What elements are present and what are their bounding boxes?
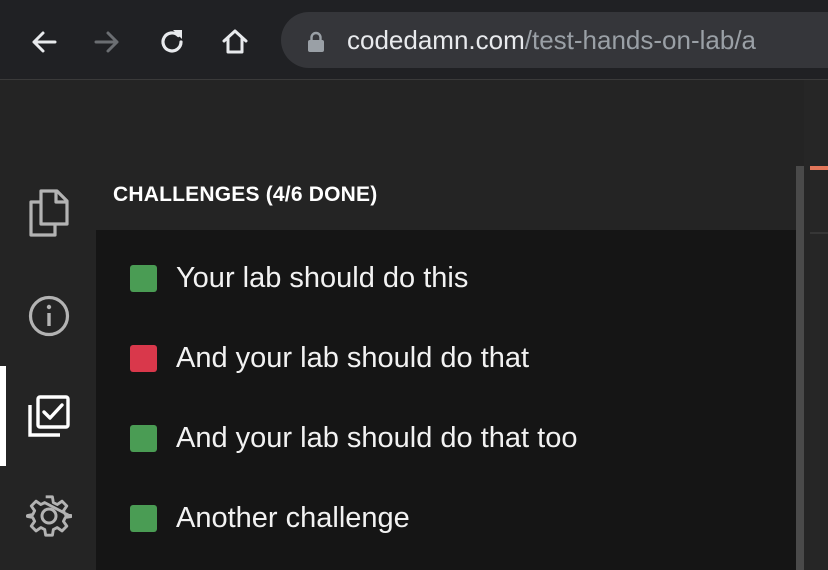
challenge-item[interactable]: And your lab should do that bbox=[130, 338, 529, 378]
challenge-label: Another challenge bbox=[176, 501, 410, 534]
status-failed-indicator bbox=[130, 344, 157, 372]
home-icon bbox=[222, 29, 248, 54]
challenge-label: Your lab should do this bbox=[176, 261, 469, 294]
browser-toolbar: codedamn.com/test-hands-on-lab/a bbox=[0, 0, 828, 80]
challenges-panel-title: CHALLENGES (4/6 DONE) bbox=[113, 183, 378, 206]
home-button[interactable] bbox=[215, 22, 255, 62]
url-host: codedamn.com bbox=[347, 25, 525, 55]
forward-arrow-icon bbox=[94, 31, 119, 53]
info-button[interactable] bbox=[24, 291, 74, 341]
challenge-label: And your lab should do that too bbox=[176, 421, 578, 454]
reload-button[interactable] bbox=[152, 22, 192, 62]
back-arrow-icon bbox=[32, 31, 57, 53]
challenge-item[interactable]: And your lab should do that too bbox=[130, 418, 577, 458]
url-path: /test-hands-on-lab/a bbox=[524, 25, 757, 55]
forward-button[interactable] bbox=[87, 22, 127, 62]
address-bar[interactable]: codedamn.com/test-hands-on-lab/a bbox=[281, 12, 828, 68]
challenges-checklist-icon bbox=[28, 395, 70, 437]
info-icon bbox=[28, 295, 70, 337]
editor-divider bbox=[810, 232, 828, 234]
status-passed-indicator bbox=[130, 504, 157, 532]
lab-app: CHALLENGES (4/6 DONE) Your lab should do… bbox=[0, 80, 828, 570]
active-editor-tab-accent bbox=[810, 166, 828, 170]
files-button[interactable] bbox=[24, 188, 74, 238]
files-icon bbox=[29, 189, 69, 237]
reload-icon bbox=[161, 30, 183, 53]
activity-bar bbox=[0, 80, 96, 570]
challenge-item[interactable]: Your lab should do this bbox=[130, 258, 468, 298]
status-passed-indicator bbox=[130, 264, 157, 292]
settings-button[interactable] bbox=[24, 491, 74, 541]
lock-icon[interactable] bbox=[307, 31, 325, 53]
challenge-item[interactable]: Another challenge bbox=[130, 498, 410, 538]
settings-gear-icon bbox=[26, 495, 72, 537]
url-text[interactable]: codedamn.com/test-hands-on-lab/a bbox=[347, 25, 756, 55]
challenges-list: Your lab should do this And your lab sho… bbox=[96, 230, 796, 570]
back-button[interactable] bbox=[24, 22, 64, 62]
panel-resize-handle[interactable] bbox=[796, 166, 804, 570]
active-tab-indicator bbox=[0, 366, 6, 466]
editor-area-edge bbox=[804, 80, 828, 570]
challenges-button[interactable] bbox=[24, 391, 74, 441]
challenge-label: And your lab should do that bbox=[176, 341, 530, 374]
status-passed-indicator bbox=[130, 424, 157, 452]
